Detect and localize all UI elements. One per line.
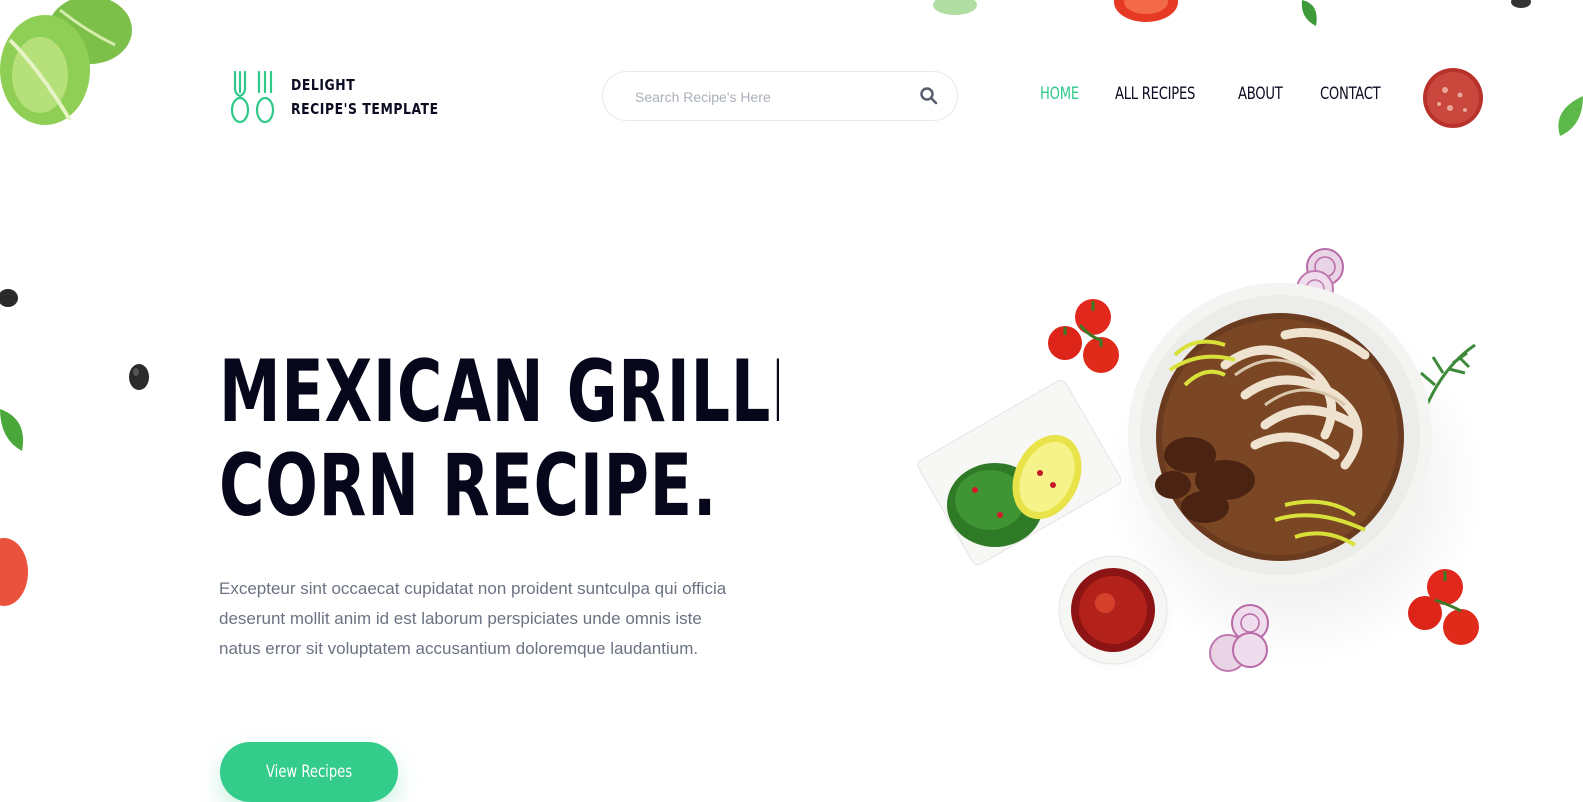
nav-contact[interactable]: CONTACT [1320,84,1381,104]
site-header: DELIGHT RECIPE'S TEMPLATE HOME ALL RECIP… [0,0,1583,190]
olive-decoration-2 [129,364,149,390]
view-recipes-label: View Recipes [265,762,353,782]
nav-all-recipes[interactable]: ALL RECIPES [1115,84,1195,104]
noodle-bowl-image [917,248,1485,673]
hero-title-line-1: MEXICAN GRILLED [219,345,779,442]
leaf-left-decoration [0,409,24,451]
search-bar [602,71,958,122]
search-input[interactable] [633,72,917,122]
hero-title: MEXICAN GRILLED CORN RECIPE. [219,345,779,533]
nav-home[interactable]: HOME [1040,84,1079,104]
search-icon[interactable] [919,86,939,106]
view-recipes-button[interactable]: View Recipes [220,742,398,802]
nav-about[interactable]: ABOUT [1238,84,1283,104]
hero-title-line-2: CORN RECIPE. [219,436,718,533]
brand-logo[interactable]: DELIGHT RECIPE'S TEMPLATE [229,70,451,124]
olive-left-decoration [0,289,18,307]
brand-name: DELIGHT RECIPE'S TEMPLATE [291,73,451,121]
brand-line-2: RECIPE'S TEMPLATE [291,100,439,118]
main-nav: HOME ALL RECIPES ABOUT CONTACT [1040,84,1420,104]
tomato-left-decoration [0,538,28,606]
brand-line-1: DELIGHT [291,76,356,94]
hero-description: Excepteur sint occaecat cupidatat non pr… [219,579,727,658]
fork-spoon-logo-icon [230,70,275,124]
